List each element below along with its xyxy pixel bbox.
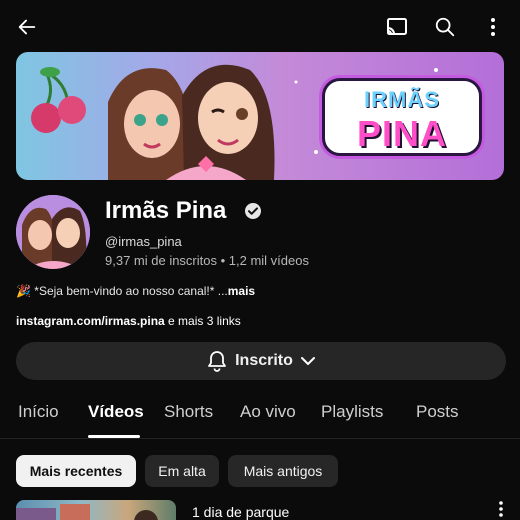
banner-wordmark-line2: PINA [356,113,447,154]
subscribed-button[interactable]: Inscrito [16,342,506,380]
chip-mais-recentes[interactable]: Mais recentes [16,455,136,487]
search-icon[interactable] [432,14,458,40]
party-popper-icon: 🎉 [16,284,31,298]
tab-videos[interactable]: Vídeos [88,402,144,422]
channel-handle: @irmas_pina [105,234,182,249]
channel-links[interactable]: instagram.com/irmas.pina e mais 3 links [16,314,241,328]
channel-name: Irmãs Pina [105,197,227,224]
chevron-down-icon [300,357,315,365]
video-more-vert-icon[interactable] [498,500,512,520]
channel-avatar[interactable] [16,195,90,269]
subscribed-label: Inscrito [235,352,293,369]
channel-description[interactable]: 🎉 *Seja bem-vindo ao nosso canal!* ...ma… [16,284,255,298]
video-thumbnail[interactable] [16,500,176,520]
cast-icon[interactable] [384,14,410,40]
chip-em-alta[interactable]: Em alta [145,455,219,487]
more-links-text[interactable]: e mais 3 links [165,314,241,328]
video-title[interactable]: 1 dia de parque [192,504,289,520]
top-bar [0,0,520,52]
description-text: *Seja bem-vindo ao nosso canal!* ... [34,284,228,298]
tab-playlists[interactable]: Playlists [321,402,383,422]
verified-badge-icon [244,202,262,220]
bell-icon [208,351,226,372]
avatar-illustration [16,195,90,269]
chip-mais-antigos[interactable]: Mais antigos [228,455,338,487]
more-vert-icon[interactable] [480,14,506,40]
tab-posts[interactable]: Posts [416,402,459,422]
tab-ao-vivo[interactable]: Ao vivo [240,402,296,422]
banner-wordmark: IRMÃS PINA [322,78,482,156]
tab-inicio[interactable]: Início [18,402,59,422]
back-arrow-icon[interactable] [14,14,40,40]
description-more-link[interactable]: mais [228,284,255,298]
thumbnail-image [16,504,158,520]
banner-wordmark-line1: IRMÃS [364,87,440,112]
channel-banner: IRMÃS PINA [16,52,504,180]
tabs-divider [0,438,520,439]
tab-shorts[interactable]: Shorts [164,402,213,422]
channel-tabs: Início Vídeos Shorts Ao vivo Playlists P… [0,398,520,438]
instagram-link[interactable]: instagram.com/irmas.pina [16,314,165,328]
channel-stats: 9,37 mi de inscritos • 1,2 mil vídeos [105,253,309,268]
